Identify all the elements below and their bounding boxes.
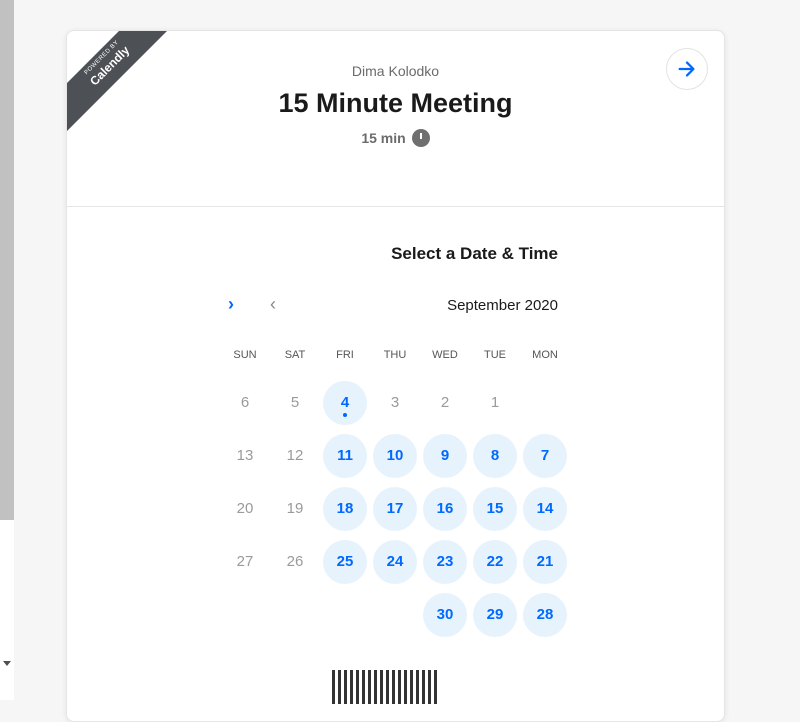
calendar-cell: 9 xyxy=(420,429,470,482)
calendar-cell: 10 xyxy=(370,429,420,482)
calendar-cell: 3 xyxy=(370,376,420,429)
calendar-cell: 7 xyxy=(520,429,570,482)
calendar-cell: 16 xyxy=(420,482,470,535)
event-title: 15 Minute Meeting xyxy=(278,88,513,118)
unavailable-day: 5 xyxy=(290,394,300,411)
unavailable-day: 6 xyxy=(240,394,250,411)
calendar-cell: 27 xyxy=(220,535,270,588)
event-header: Dima Kolodko 15 Minute Meeting 15 min xyxy=(67,31,724,207)
calendar-cell: 5 xyxy=(270,376,320,429)
calendar-cell xyxy=(370,588,420,641)
weekday-label: SAT xyxy=(284,349,306,361)
calendar-week-row: 20 19 18 17 16 15 14 xyxy=(220,482,570,535)
available-day-button[interactable]: 22 xyxy=(473,539,517,584)
calendar-cell: 28 xyxy=(520,588,570,641)
next-step-button[interactable] xyxy=(666,48,708,90)
unavailable-day: 20 xyxy=(236,500,254,517)
calendar-cell: 8 xyxy=(470,429,520,482)
calendar-cell: 24 xyxy=(370,535,420,588)
available-day-button[interactable]: 10 xyxy=(373,433,417,478)
weekday-label: MON xyxy=(532,349,558,361)
calendar-week-row: 30 29 28 xyxy=(220,588,570,641)
available-day-button[interactable]: 17 xyxy=(373,486,417,531)
available-day-button[interactable]: 9 xyxy=(423,433,467,478)
cropped-footer-graphic xyxy=(332,668,437,704)
available-day-button[interactable]: 14 xyxy=(523,486,567,531)
available-day-button[interactable]: 30 xyxy=(423,592,467,637)
calendar-cell: 14 xyxy=(520,482,570,535)
weekday-label: FRI xyxy=(336,349,354,361)
available-day-button[interactable]: 21 xyxy=(523,539,567,584)
calendar-cell: 11 xyxy=(320,429,370,482)
available-day-button[interactable]: 8 xyxy=(473,433,517,478)
calendar-cell: 25 xyxy=(320,535,370,588)
calendar-cell: 21 xyxy=(520,535,570,588)
calendar-cell: 12 xyxy=(270,429,320,482)
calendar-week-row: 27 26 25 24 23 22 21 xyxy=(220,535,570,588)
duration-text: 15 min xyxy=(361,130,406,146)
calendar-cell: 2 xyxy=(420,376,470,429)
calendar-cell: 30 xyxy=(420,588,470,641)
available-day-button[interactable]: 15 xyxy=(473,486,517,531)
calendar-cell: 26 xyxy=(270,535,320,588)
calendar-cell: 29 xyxy=(470,588,520,641)
page-scrollbar[interactable] xyxy=(0,0,14,700)
weekday-label: THU xyxy=(383,349,407,361)
unavailable-day: 2 xyxy=(440,394,450,411)
section-title: Select a Date & Time xyxy=(391,244,558,263)
calendar-cell: 17 xyxy=(370,482,420,535)
weekday-label: SUN xyxy=(233,349,257,361)
next-month-chevron-icon[interactable]: › xyxy=(228,294,234,315)
current-month: September 2020 xyxy=(447,297,558,314)
calendar-cell: 18 xyxy=(320,482,370,535)
scrollbar-thumb[interactable] xyxy=(0,0,14,520)
available-day-button[interactable]: 29 xyxy=(473,592,517,637)
calendar-cell: 23 xyxy=(420,535,470,588)
calendar-week-row: 13 12 11 10 9 8 7 xyxy=(220,429,570,482)
host-name: Dima Kolodko xyxy=(351,63,440,79)
booking-card: POWERED BY Calendly Dima Kolodko 15 Minu… xyxy=(66,30,725,722)
available-day-button[interactable]: 28 xyxy=(523,592,567,637)
available-day-button[interactable]: 23 xyxy=(423,539,467,584)
available-day-button[interactable]: 11 xyxy=(323,433,367,478)
unavailable-day: 19 xyxy=(286,500,304,517)
weekday-label: WED xyxy=(432,349,458,361)
calendar-cell xyxy=(220,588,270,641)
event-duration: 15 min xyxy=(67,129,724,147)
unavailable-day: 12 xyxy=(286,447,304,464)
calendar-cell: 20 xyxy=(220,482,270,535)
unavailable-day: 13 xyxy=(236,447,254,464)
calendar-cell: 1 xyxy=(470,376,520,429)
unavailable-day: 1 xyxy=(490,394,500,411)
unavailable-day: 26 xyxy=(286,553,304,570)
calendar-cell xyxy=(520,376,570,429)
weekday-label: TUE xyxy=(484,349,506,361)
timezone-selector-partial[interactable] xyxy=(332,664,572,704)
calendar-cell: 15 xyxy=(470,482,520,535)
available-day-button[interactable]: 16 xyxy=(423,486,467,531)
arrow-right-icon xyxy=(678,61,695,77)
calendar-cell: 22 xyxy=(470,535,520,588)
calendar-cell: 4 xyxy=(320,376,370,429)
available-day-button[interactable]: 25 xyxy=(323,539,367,584)
available-day-button[interactable]: 24 xyxy=(373,539,417,584)
calendar-cell: 19 xyxy=(270,482,320,535)
calendar-week-row: 6 5 4 3 2 1 xyxy=(220,376,570,429)
available-day-button[interactable]: 18 xyxy=(323,486,367,531)
available-day-button[interactable]: 4 xyxy=(323,380,367,425)
calendar-cell xyxy=(320,588,370,641)
weekday-header: SUN SAT FRI THU WED TUE MON xyxy=(220,349,570,361)
calendar-cell xyxy=(270,588,320,641)
calendar-grid: 6 5 4 3 2 1 13 12 11 10 9 8 7 20 19 18 17 16 15 14 27 26 25 24 2… xyxy=(220,376,570,641)
unavailable-day: 27 xyxy=(236,553,254,570)
calendar-cell: 6 xyxy=(220,376,270,429)
scroll-down-arrow-icon[interactable] xyxy=(3,661,11,666)
previous-month-chevron-icon[interactable]: ‹ xyxy=(270,294,276,315)
available-day-button[interactable]: 7 xyxy=(523,433,567,478)
calendar-cell: 13 xyxy=(220,429,270,482)
clock-icon xyxy=(411,129,430,147)
unavailable-day: 3 xyxy=(390,394,400,411)
